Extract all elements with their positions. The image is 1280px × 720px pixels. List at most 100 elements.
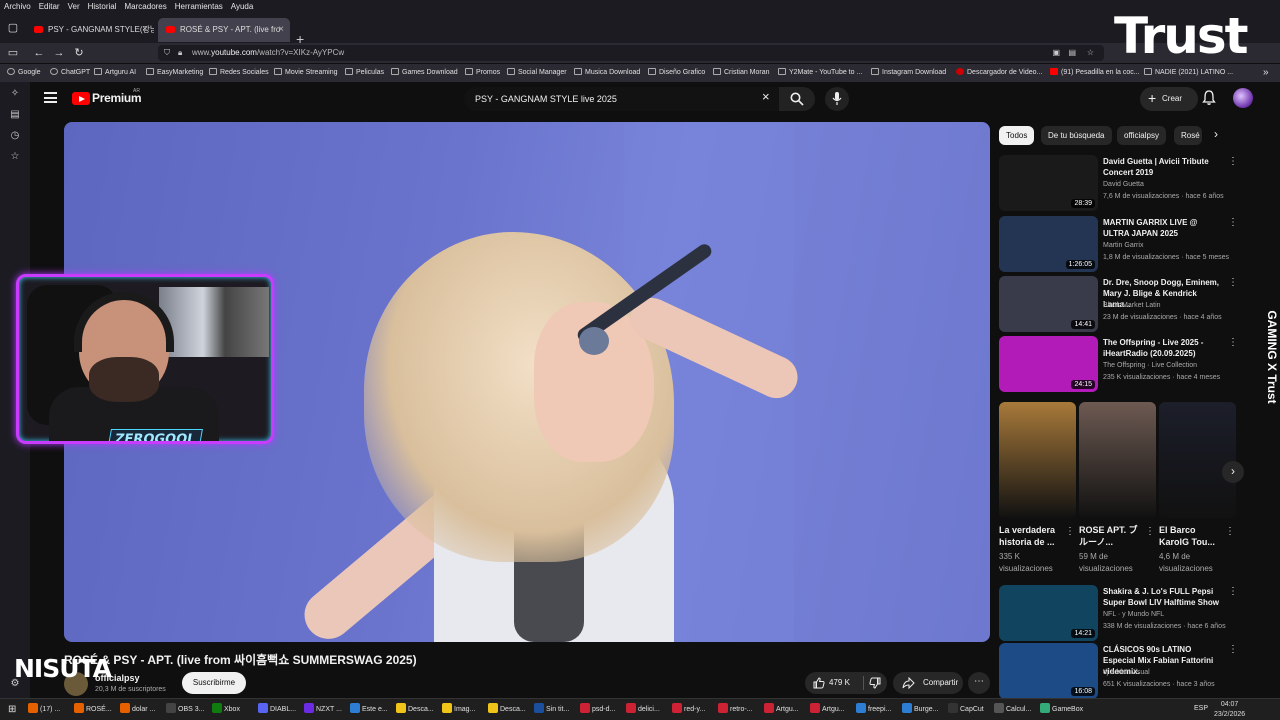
video-options-icon[interactable]: ⋮ <box>1228 337 1238 348</box>
tab-rose-apt[interactable]: ROSÉ & PSY - APT. (live fro × <box>158 18 290 42</box>
taskbar-app[interactable]: Artgu... <box>764 703 799 717</box>
chips-next-chevron-icon[interactable]: › <box>1214 127 1218 141</box>
voice-search-button[interactable] <box>825 87 849 111</box>
taskbar-app[interactable]: Imag... <box>442 703 475 717</box>
system-clock[interactable]: 04:07 23/2/2026 <box>1214 700 1245 720</box>
video-options-icon[interactable]: ⋮ <box>1228 217 1238 228</box>
dislike-button[interactable] <box>867 672 885 694</box>
taskbar-app[interactable]: (17) ... <box>28 703 60 717</box>
bookmark-social-manager[interactable]: Social Manager <box>507 64 567 82</box>
sidebar-toggle-icon[interactable]: ▭ <box>6 46 20 60</box>
bookmark-diseno-grafico[interactable]: Diseño Grafico <box>648 64 705 82</box>
bookmark-y2mate[interactable]: Y2Mate - YouTube to ... <box>778 64 862 82</box>
bookmark-musica-download[interactable]: Musica Download <box>574 64 640 82</box>
taskbar-app[interactable]: GameBox <box>1040 703 1083 717</box>
create-button[interactable]: Crear <box>1140 86 1198 111</box>
like-button[interactable]: 479 K <box>805 672 863 694</box>
chip-officialpsy[interactable]: officialpsy <box>1117 126 1166 145</box>
taskbar-app[interactable]: OBS 3... <box>166 703 204 717</box>
related-video-channel[interactable]: Black Market Latin <box>1103 302 1161 309</box>
history-icon[interactable]: ◷ <box>8 130 22 144</box>
related-video-channel[interactable]: NFL · y Mundo NFL <box>1103 611 1164 618</box>
taskbar-app[interactable]: Xbox <box>212 703 240 717</box>
short-options-icon[interactable]: ⋮ <box>1145 526 1155 537</box>
related-video-thumbnail[interactable]: 28:39 <box>999 155 1098 211</box>
tab-overview-icon[interactable]: ▢ <box>6 21 20 35</box>
taskbar-app[interactable]: dolar ... <box>120 703 155 717</box>
taskbar-app[interactable]: CapCut <box>948 703 984 717</box>
youtube-logo-icon[interactable] <box>72 92 90 105</box>
short-options-icon[interactable]: ⋮ <box>1065 526 1075 537</box>
taskbar-app[interactable]: delici... <box>626 703 660 717</box>
bookmark-easymarketing[interactable]: EasyMarketing <box>146 64 203 82</box>
chip-rose[interactable]: Rosé <box>1174 126 1202 145</box>
bookmark-artguru[interactable]: Artguru AI <box>94 64 136 82</box>
notifications-bell-icon[interactable] <box>1202 90 1216 106</box>
close-tab-icon[interactable]: × <box>278 18 284 42</box>
subscribe-button[interactable]: Suscribirme <box>182 672 246 694</box>
menu-ver[interactable]: Ver <box>68 0 80 13</box>
taskbar-app[interactable]: DIABL... <box>258 703 296 717</box>
back-icon[interactable]: ← <box>32 46 46 60</box>
share-button[interactable]: Compartir <box>893 672 963 694</box>
video-options-icon[interactable]: ⋮ <box>1228 156 1238 167</box>
taskbar-app[interactable]: Desca... <box>488 703 526 717</box>
start-button[interactable]: ⊞ <box>8 703 16 717</box>
related-video-title[interactable]: The Offspring - Live 2025 - iHeartRadio … <box>1103 337 1225 359</box>
bookmark-promos[interactable]: Promos <box>465 64 500 82</box>
taskbar-app[interactable]: psd-d... <box>580 703 615 717</box>
related-video-thumbnail[interactable]: 14:21 <box>999 585 1098 641</box>
related-video-title[interactable]: David Guetta | Avicii Tribute Concert 20… <box>1103 156 1225 178</box>
related-video-channel[interactable]: David Guetta <box>1103 181 1144 188</box>
taskbar-app[interactable]: red-y... <box>672 703 705 717</box>
video-options-icon[interactable]: ⋮ <box>1228 644 1238 655</box>
bookmark-chatgpt[interactable]: ChatGPT <box>50 64 90 82</box>
related-video-thumbnail[interactable]: 1:26:05 <box>999 216 1098 272</box>
taskbar-app[interactable]: freepi... <box>856 703 891 717</box>
bookmark-movie-streaming[interactable]: Movie Streaming <box>274 64 338 82</box>
short-options-icon[interactable]: ⋮ <box>1225 526 1235 537</box>
menu-historial[interactable]: Historial <box>88 0 117 13</box>
related-video-thumbnail[interactable]: 14:41 <box>999 276 1098 332</box>
menu-marcadores[interactable]: Marcadores <box>125 0 167 13</box>
user-avatar[interactable] <box>1233 88 1253 108</box>
taskbar-app[interactable]: NZXT ... <box>304 703 342 717</box>
taskbar-app[interactable]: Este e... <box>350 703 388 717</box>
bookmark-descargador[interactable]: Descargador de Video... <box>956 64 1042 82</box>
menu-icon[interactable] <box>44 92 57 103</box>
bookmarks-icon[interactable]: ☆ <box>8 151 22 165</box>
taskbar-app[interactable]: Burge... <box>902 703 939 717</box>
reload-icon[interactable]: ↻ <box>72 46 86 60</box>
menu-ayuda[interactable]: Ayuda <box>231 0 254 13</box>
short-thumbnail[interactable] <box>999 402 1076 518</box>
short-title[interactable]: El Barco KarolG Tou... <box>1159 524 1223 548</box>
taskbar-app[interactable]: ROSÉ... <box>74 703 112 717</box>
short-title[interactable]: ROSE APT. ブルーノ... <box>1079 524 1143 548</box>
bookmark-pesadilla[interactable]: (91) Pesadilla en la coc... <box>1050 64 1140 82</box>
taskbar-app[interactable]: Artgu... <box>810 703 845 717</box>
short-title[interactable]: La verdadera historia de ... <box>999 524 1063 548</box>
bookmark-redes-sociales[interactable]: Redes Sociales <box>209 64 269 82</box>
ai-chatbot-icon[interactable]: ✧ <box>8 88 22 102</box>
video-options-icon[interactable]: ⋮ <box>1228 277 1238 288</box>
more-actions-icon[interactable]: ⋯ <box>968 672 990 694</box>
bookmark-star-icon[interactable]: ☆ <box>1087 45 1094 61</box>
chip-todos[interactable]: Todos <box>999 126 1035 145</box>
menu-editar[interactable]: Editar <box>39 0 60 13</box>
bookmark-cristian-moran[interactable]: Cristian Moran <box>713 64 770 82</box>
short-thumbnail[interactable] <box>1079 402 1156 518</box>
related-video-thumbnail[interactable]: 24:15 <box>999 336 1098 392</box>
taskbar-app[interactable]: Calcul... <box>994 703 1031 717</box>
bookmark-instagram-download[interactable]: Instagram Download <box>871 64 946 82</box>
search-input[interactable]: PSY - GANGNAM STYLE live 2025 <box>464 87 779 111</box>
translate-icon[interactable]: ▣ <box>1052 45 1060 61</box>
menu-archivo[interactable]: Archivo <box>4 0 31 13</box>
address-bar[interactable]: ⛉ 🔒︎ www.youtube.com/watch?v=XIKz-AyYPCw… <box>158 45 1104 61</box>
taskbar-app[interactable]: retro-... <box>718 703 753 717</box>
bookmark-nadie[interactable]: NADIE (2021) LATINO ... <box>1144 64 1233 82</box>
shorts-next-button[interactable]: › <box>1222 461 1244 483</box>
forward-icon[interactable]: → <box>52 46 66 60</box>
synced-tabs-icon[interactable]: ▤ <box>8 109 22 123</box>
reader-view-icon[interactable]: ▤ <box>1068 45 1076 61</box>
related-video-channel[interactable]: The Offspring · Live Collection <box>1103 362 1197 369</box>
